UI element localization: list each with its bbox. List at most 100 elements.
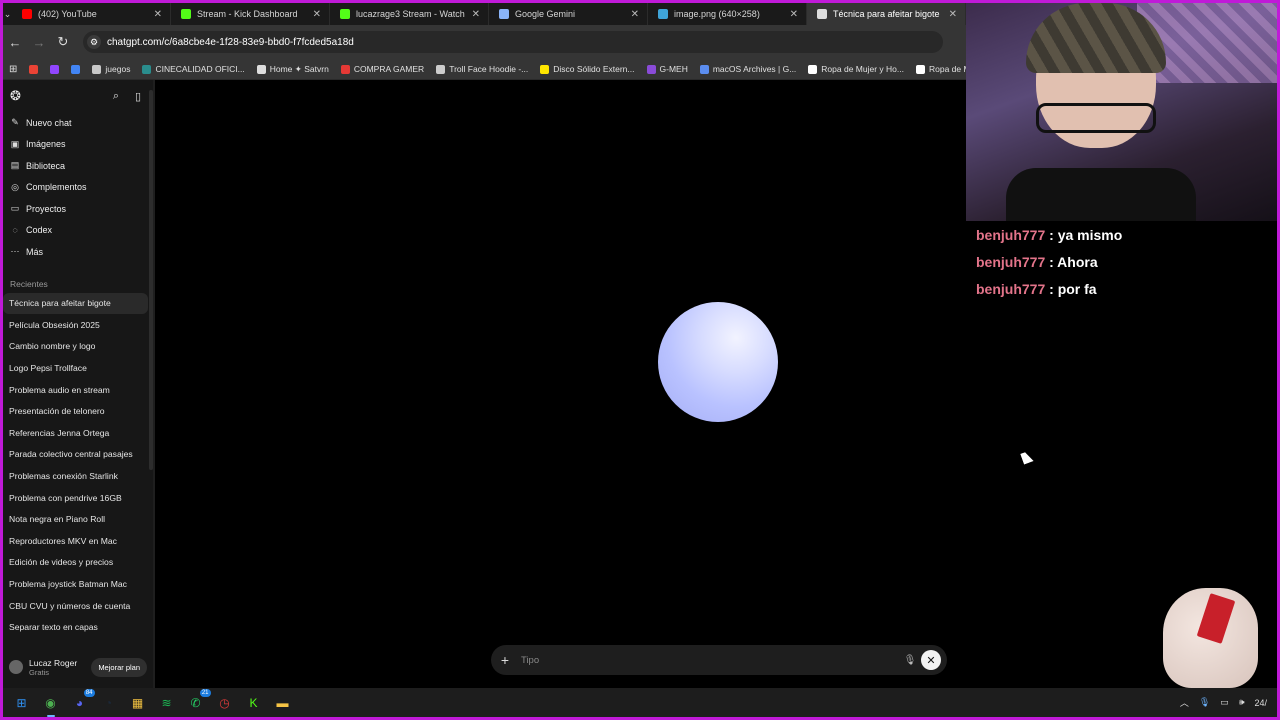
chat-history-item[interactable]: Problema joystick Batman Mac [3, 573, 153, 595]
tab-1[interactable]: Stream - Kick Dashboard ✕ [171, 3, 330, 25]
forward-button[interactable]: → [27, 35, 51, 50]
bookmark-9[interactable]: G-MEH [641, 64, 694, 75]
apps-icon[interactable]: ⊞ [3, 64, 23, 75]
chat-history-item[interactable]: Presentación de telonero [3, 400, 153, 422]
close-tab-icon[interactable]: ✕ [154, 9, 162, 20]
codex-icon: ◌ [12, 225, 18, 236]
system-tray: ︿ 🎙︎ ▭ 🕪 24/ [1180, 688, 1267, 717]
bookmark-1[interactable] [44, 64, 65, 75]
tab-title: lucazrage3 Stream - Watch Live [356, 9, 466, 19]
whatsapp-icon[interactable]: ✆ 21 [184, 688, 211, 715]
satvrn-icon [256, 64, 266, 74]
bookmark-3[interactable]: juegos [86, 64, 136, 75]
sidebar-item-0[interactable]: ✎ Nuevo chat [3, 112, 153, 134]
stream-chat-overlay: benjuh777 : ya mismo benjuh777 : Ahora ben… [976, 222, 1271, 303]
windows-start-icon[interactable]: ⊞ [10, 691, 34, 715]
close-tab-icon[interactable]: ✕ [313, 9, 321, 20]
network-icon[interactable]: ▭ [1220, 697, 1229, 708]
tab-search-button[interactable]: ⌄ [3, 3, 12, 25]
add-attachment-button[interactable]: + [491, 652, 519, 668]
bookmark-10[interactable]: macOS Archives | G... [694, 64, 802, 75]
chat-history-item[interactable]: Separar texto en capas [3, 616, 153, 638]
close-tab-icon[interactable]: ✕ [790, 9, 798, 20]
site-info-icon[interactable]: ⚙ [87, 35, 101, 49]
avatar[interactable] [9, 660, 23, 674]
tray-chevron-icon[interactable]: ︿ [1180, 696, 1189, 709]
message-input[interactable] [519, 653, 899, 667]
file-icon[interactable]: ▦ [126, 691, 150, 715]
clock-app-icon[interactable]: ◷ [213, 691, 237, 715]
chat-history-item[interactable]: Nota negra en Piano Roll [3, 508, 153, 530]
chat-history-item[interactable]: Técnica para afeitar bigote [3, 292, 148, 315]
youtube-icon [22, 9, 32, 19]
bookmark-label: Disco Sólido Extern... [553, 64, 635, 74]
bookmark-11[interactable]: Ropa de Mujer y Ho... [802, 64, 910, 75]
compragamer-icon [340, 64, 350, 74]
tab-4[interactable]: image.png (640×258) ✕ [648, 3, 807, 25]
close-tab-icon[interactable]: ✕ [949, 9, 957, 20]
spotify-icon[interactable]: ≋ [155, 691, 179, 715]
chat-history-item[interactable]: Problema con pendrive 16GB [3, 487, 153, 509]
bookmark-0[interactable] [23, 64, 44, 75]
chat-history-item[interactable]: CBU CVU y números de cuenta [3, 595, 153, 617]
tab-3[interactable]: Google Gemini ✕ [489, 3, 648, 25]
chat-history-item[interactable]: Edición de videos y precios [3, 552, 153, 574]
bookmark-6[interactable]: COMPRA GAMER [335, 64, 430, 75]
cigarette-pack [1196, 593, 1236, 644]
sidebar-toggle-icon[interactable]: ▯ [130, 90, 146, 103]
chrome-icon[interactable]: ◉ [39, 691, 63, 717]
bookmark-12[interactable]: Ropa de Mujer y H [910, 64, 966, 75]
sidebar-item-3[interactable]: ◎ Complementos [3, 177, 153, 199]
chat-history-item[interactable]: Parada colectivo central pasajes [3, 444, 153, 466]
chat-history-item[interactable]: Película Obsesión 2025 [3, 314, 153, 336]
bookmark-label: macOS Archives | G... [712, 64, 797, 74]
tab-2[interactable]: lucazrage3 Stream - Watch Live ✕ [330, 3, 489, 25]
sidebar-item-5[interactable]: ◌ Codex [3, 220, 153, 242]
shein-icon [915, 64, 925, 74]
bookmark-8[interactable]: Disco Sólido Extern... [534, 64, 640, 75]
folder-icon [92, 64, 102, 74]
sidebar-scrollbar[interactable] [149, 90, 153, 470]
chat-history-item[interactable]: Problemas conexión Starlink [3, 465, 153, 487]
volume-icon[interactable]: 🕪 [1239, 697, 1245, 708]
chat-history-item[interactable]: Referencias Jenna Ortega [3, 422, 153, 444]
sidebar-item-4[interactable]: ▭ Proyectos [3, 198, 153, 220]
chat-history-item[interactable]: Problema audio en stream [3, 379, 153, 401]
file-explorer-icon[interactable]: ▬ [271, 691, 295, 715]
bookmark-2[interactable] [65, 64, 86, 75]
clock[interactable]: 24/ [1254, 698, 1267, 708]
mic-icon[interactable]: 🎙︎ [1199, 697, 1210, 708]
sidebar-item-2[interactable]: ▤ Biblioteca [3, 155, 153, 177]
close-tab-icon[interactable]: ✕ [472, 9, 480, 20]
url-field[interactable]: ⚙ chatgpt.com/c/6a8cbe4e-1f28-83e9-bbd0-… [83, 31, 943, 53]
reload-button[interactable]: ↻ [51, 34, 75, 50]
bookmark-4[interactable]: CINECALIDAD OFICI... [136, 64, 250, 75]
bookmark-5[interactable]: Home ✦ Satvrn [251, 64, 335, 75]
chat-history-item[interactable]: Logo Pepsi Trollface [3, 357, 153, 379]
chat-text: por fa [1057, 281, 1097, 297]
bookmark-label: Home ✦ Satvrn [269, 63, 329, 74]
discord-icon[interactable]: ◕ 84 [68, 688, 95, 715]
chat-sidebar: ❂ ⌕ ▯ ✎ Nuevo chat ▣ Imágenes ▤ Biblioteca… [3, 80, 153, 688]
chat-history-item[interactable]: Cambio nombre y logo [3, 336, 153, 358]
chatgpt-logo-icon[interactable]: ❂ [10, 88, 21, 104]
back-button[interactable]: ← [3, 35, 27, 50]
chat-username: benjuh777 [976, 254, 1046, 270]
sidebar-item-1[interactable]: ▣ Imágenes [3, 134, 153, 156]
mic-muted-icon[interactable]: 🎙︎ [899, 655, 921, 666]
notification-badge: 84 [83, 688, 95, 697]
user-profile[interactable]: Lucaz Roger Gratis Mejorar plan [3, 646, 153, 688]
tab-5[interactable]: Técnica para afeitar bigote ✕ [807, 3, 966, 25]
chat-message: benjuh777 : por fa [976, 281, 1097, 297]
upgrade-plan-button[interactable]: Mejorar plan [91, 657, 147, 677]
kick-icon[interactable]: K [242, 691, 266, 715]
close-tab-icon[interactable]: ✕ [631, 9, 639, 20]
bookmark-7[interactable]: Troll Face Hoodie -... [430, 64, 534, 75]
sidebar-item-6[interactable]: ⋯ Más [3, 241, 153, 263]
bookmark-label: G-MEH [659, 64, 688, 74]
steam-icon[interactable]: ◔ [97, 691, 121, 715]
close-voice-button[interactable]: ✕ [921, 650, 941, 670]
chat-history-item[interactable]: Reproductores MKV en Mac [3, 530, 153, 552]
tab-0[interactable]: (402) YouTube ✕ [12, 3, 171, 25]
search-icon[interactable]: ⌕ [108, 90, 124, 103]
